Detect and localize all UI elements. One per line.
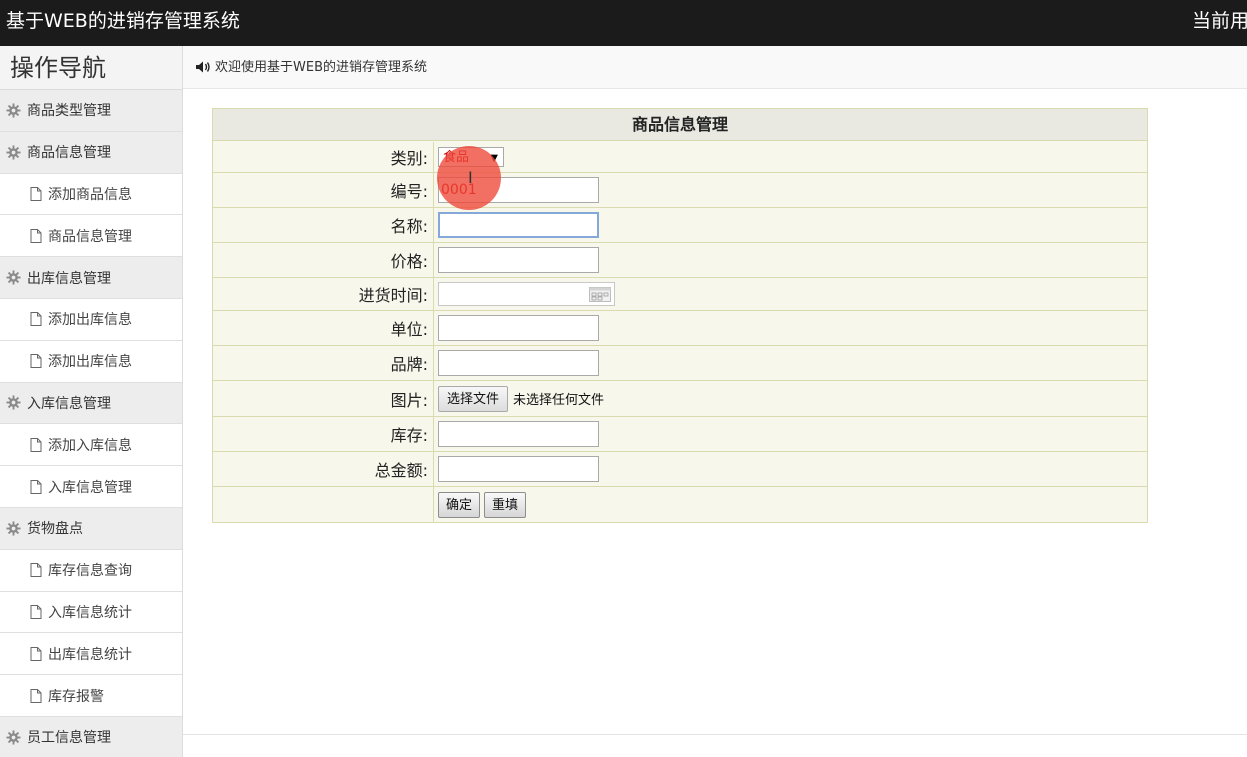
sidebar-item-label: 出库信息统计: [48, 646, 132, 663]
sidebar-item-label: 库存报警: [48, 688, 104, 705]
gear-icon: [6, 395, 21, 410]
row-total: 总金额:: [213, 452, 1147, 487]
document-icon: [30, 563, 42, 578]
sidebar-item-6[interactable]: 添加出库信息: [0, 340, 182, 383]
stock-input[interactable]: [438, 421, 599, 447]
row-stock: 库存:: [213, 417, 1147, 452]
sidebar-item-14[interactable]: 库存报警: [0, 675, 182, 717]
sidebar-item-9[interactable]: 入库信息管理: [0, 466, 182, 508]
code-label: 编号:: [213, 173, 434, 207]
sidebar-item-label: 出库信息管理: [27, 270, 111, 287]
sidebar-item-label: 添加出库信息: [48, 312, 132, 329]
sidebar-group-10[interactable]: 货物盘点: [0, 507, 182, 550]
purchase-time-input[interactable]: [438, 282, 615, 306]
sidebar: 操作导航 商品类型管理 商品信息管理 添加商品信息 商品信息管理 出库信息管理 添加出库信…: [0, 46, 183, 757]
sidebar-group-15[interactable]: 员工信息管理: [0, 716, 182, 757]
row-image: 图片: 选择文件 未选择任何文件: [213, 381, 1147, 417]
name-input[interactable]: [438, 212, 599, 238]
row-name: 名称:: [213, 208, 1147, 243]
dropdown-arrow-icon: ▼: [490, 153, 498, 164]
price-label: 价格:: [213, 243, 434, 277]
sidebar-item-3[interactable]: 商品信息管理: [0, 215, 182, 258]
actions-label-cell: [213, 487, 434, 522]
row-price: 价格:: [213, 243, 1147, 278]
document-icon: [30, 312, 42, 327]
sidebar-item-5[interactable]: 添加出库信息: [0, 298, 182, 341]
sidebar-title: 操作导航: [0, 46, 182, 90]
sidebar-item-8[interactable]: 添加入库信息: [0, 424, 182, 467]
breadcrumb: 欢迎使用基于WEB的进销存管理系统: [183, 46, 1247, 89]
document-icon: [30, 354, 42, 369]
gear-icon: [6, 145, 21, 160]
sidebar-item-label: 添加出库信息: [48, 354, 132, 371]
row-unit: 单位:: [213, 311, 1147, 346]
category-label: 类别:: [213, 142, 434, 172]
row-category: 类别: 食品 ▼: [213, 142, 1147, 173]
brand-input[interactable]: [438, 350, 599, 376]
sidebar-nav-list: 商品类型管理 商品信息管理 添加商品信息 商品信息管理 出库信息管理 添加出库信息 添加出库…: [0, 90, 182, 757]
code-input[interactable]: [438, 177, 599, 203]
gear-icon: [6, 103, 21, 118]
document-icon: [30, 479, 42, 494]
calendar-icon[interactable]: [589, 287, 611, 302]
sidebar-item-label: 入库信息管理: [48, 479, 132, 496]
document-icon: [30, 688, 42, 703]
form-title: 商品信息管理: [213, 109, 1147, 141]
sidebar-item-label: 入库信息管理: [27, 395, 111, 412]
sidebar-group-1[interactable]: 商品信息管理: [0, 131, 182, 174]
sidebar-item-label: 员工信息管理: [27, 730, 111, 747]
text-cursor-icon: I: [468, 168, 473, 187]
sidebar-item-label: 商品类型管理: [27, 103, 111, 120]
current-user-label: 当前用: [1192, 10, 1247, 32]
purchase-time-label: 进货时间:: [213, 278, 434, 310]
sidebar-item-label: 库存信息查询: [48, 563, 132, 580]
confirm-button[interactable]: 确定: [438, 491, 481, 518]
total-amount-input[interactable]: [438, 456, 599, 482]
sidebar-group-4[interactable]: 出库信息管理: [0, 257, 182, 299]
sidebar-group-7[interactable]: 入库信息管理: [0, 382, 182, 425]
sidebar-item-11[interactable]: 库存信息查询: [0, 549, 182, 592]
image-label: 图片:: [213, 381, 434, 416]
file-status-text: 未选择任何文件: [513, 393, 605, 408]
gear-icon: [6, 730, 21, 745]
category-selected-value: 食品: [443, 150, 470, 165]
document-icon: [30, 646, 42, 661]
unit-label: 单位:: [213, 311, 434, 345]
price-input[interactable]: [438, 247, 599, 273]
stock-label: 库存:: [213, 417, 434, 451]
product-form: 商品信息管理 类别: 食品 ▼ 编号: 名称: 价格: 进货时间:: [212, 108, 1148, 523]
sidebar-item-label: 商品信息管理: [27, 145, 111, 162]
gear-icon: [6, 521, 21, 536]
choose-file-button[interactable]: 选择文件: [438, 385, 509, 412]
document-icon: [30, 437, 42, 452]
document-icon: [30, 604, 42, 619]
row-actions: 确定 重填: [213, 487, 1147, 522]
unit-input[interactable]: [438, 315, 599, 341]
sidebar-item-13[interactable]: 出库信息统计: [0, 633, 182, 676]
row-brand: 品牌:: [213, 346, 1147, 381]
sidebar-item-2[interactable]: 添加商品信息: [0, 173, 182, 216]
breadcrumb-text: 欢迎使用基于WEB的进销存管理系统: [215, 60, 427, 75]
sidebar-item-label: 入库信息统计: [48, 604, 132, 621]
name-label: 名称:: [213, 208, 434, 242]
reset-button[interactable]: 重填: [484, 491, 527, 518]
sidebar-item-label: 添加入库信息: [48, 437, 132, 454]
document-icon: [30, 186, 42, 201]
row-code: 编号:: [213, 173, 1147, 208]
gear-icon: [6, 270, 21, 285]
brand-label: 品牌:: [213, 346, 434, 380]
sidebar-item-12[interactable]: 入库信息统计: [0, 591, 182, 634]
document-icon: [30, 228, 42, 243]
app-title: 基于WEB的进销存管理系统: [6, 10, 240, 32]
sidebar-item-label: 货物盘点: [27, 521, 83, 538]
speaker-icon: [196, 61, 210, 73]
footer-divider: [183, 734, 1247, 735]
sidebar-item-label: 商品信息管理: [48, 228, 132, 245]
total-amount-label: 总金额:: [213, 452, 434, 486]
sidebar-group-0[interactable]: 商品类型管理: [0, 90, 182, 132]
row-purchase-time: 进货时间:: [213, 278, 1147, 311]
top-bar: 基于WEB的进销存管理系统 当前用: [0, 0, 1247, 46]
sidebar-item-label: 添加商品信息: [48, 186, 132, 203]
category-select[interactable]: 食品 ▼: [438, 147, 504, 167]
